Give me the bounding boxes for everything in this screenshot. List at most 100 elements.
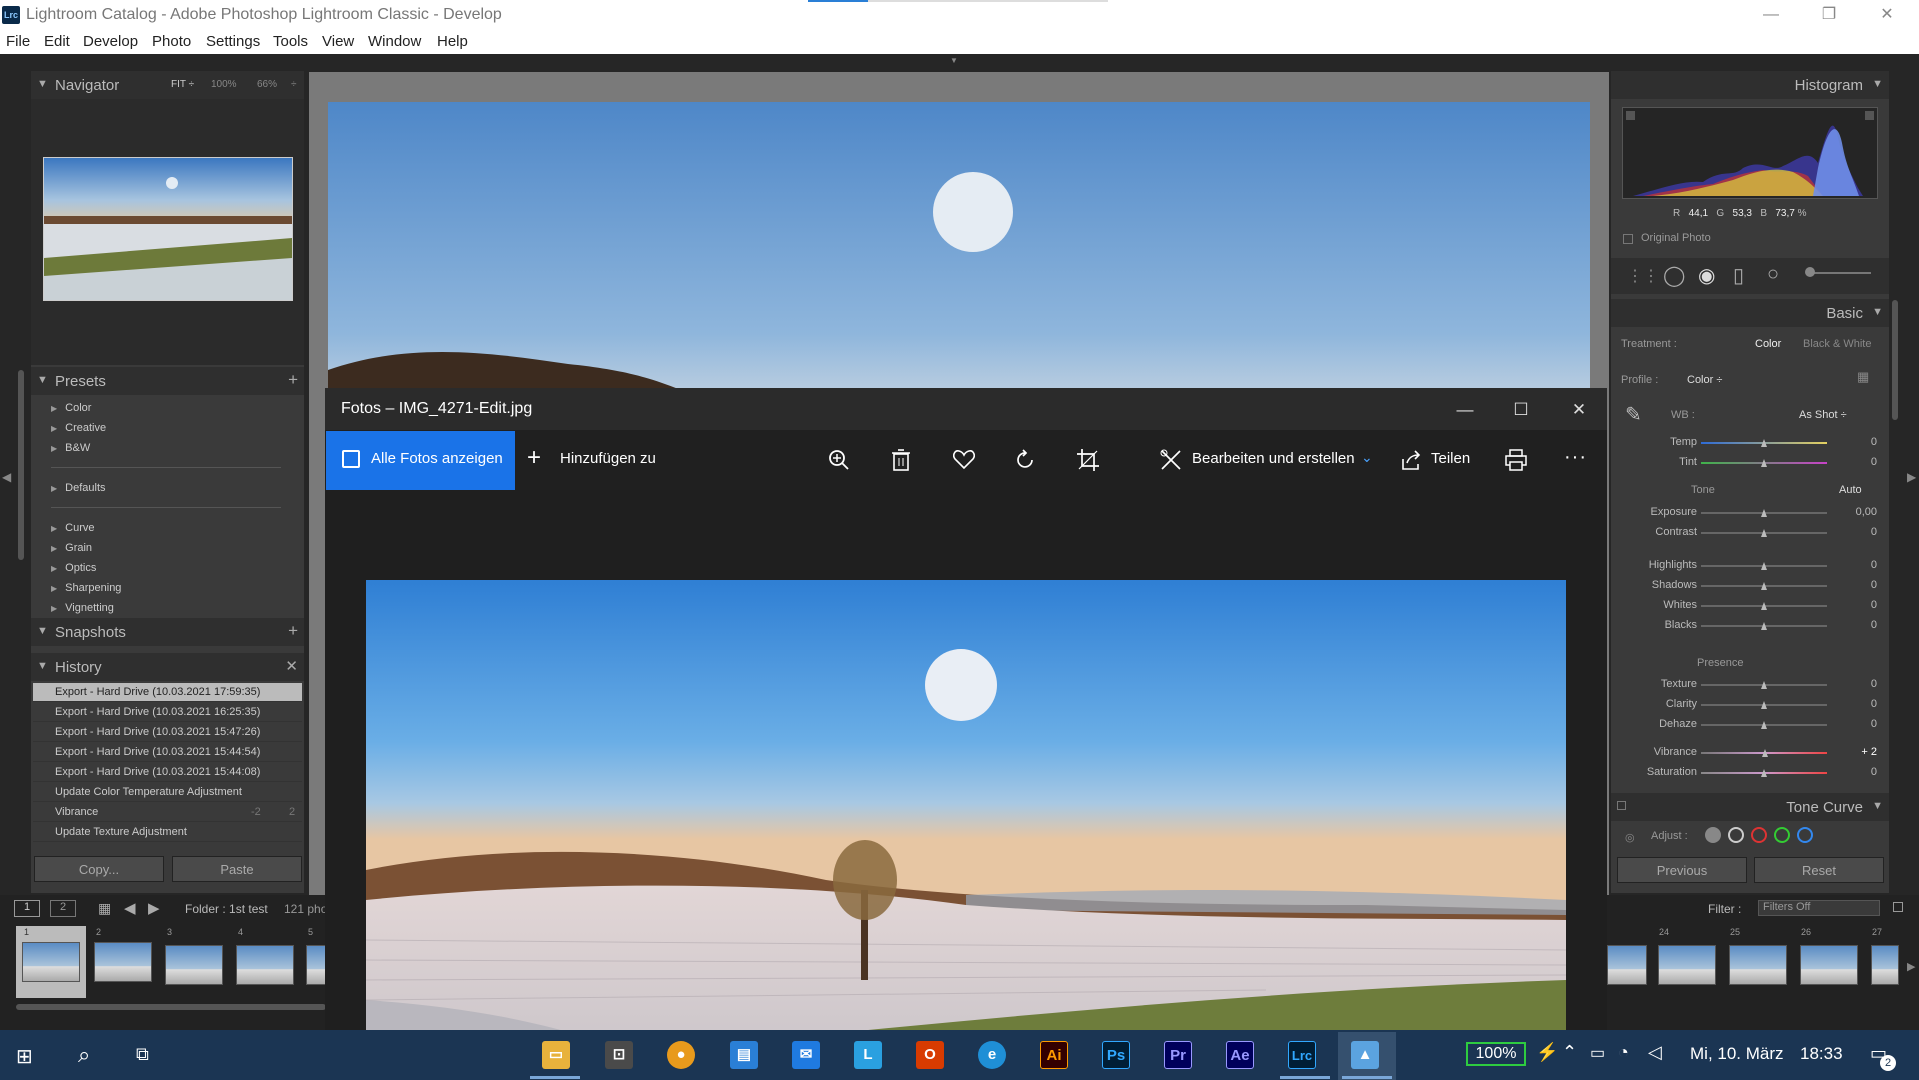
preset-bw[interactable]: B&W	[51, 442, 90, 454]
parametric-curve-icon[interactable]	[1705, 827, 1721, 843]
right-panel-scrollbar[interactable]	[1892, 300, 1898, 420]
slider-value[interactable]: 0	[1847, 678, 1877, 690]
profile-browser-icon[interactable]: ▦	[1857, 369, 1877, 385]
slider-track[interactable]	[1701, 749, 1827, 757]
histogram-graph[interactable]	[1622, 107, 1878, 199]
slider-tint[interactable]: Tint 0	[1611, 456, 1889, 470]
film-thumb-24[interactable]	[1658, 945, 1716, 985]
minimize-button[interactable]: —	[1742, 0, 1800, 30]
search-icon[interactable]: ⌕	[78, 1042, 90, 1068]
store-icon[interactable]: ⊡	[605, 1041, 633, 1069]
film-thumb-27[interactable]	[1871, 945, 1899, 985]
slider-contrast[interactable]: Contrast 0	[1611, 526, 1889, 540]
history-item[interactable]: Export - Hard Drive (10.03.2021 15:44:08…	[33, 763, 302, 782]
slider-knob[interactable]	[1761, 529, 1767, 537]
slider-value[interactable]: 0	[1847, 766, 1877, 778]
radial-filter-icon[interactable]: ○	[1767, 263, 1779, 286]
more-options-button[interactable]: ···	[1564, 446, 1587, 469]
chevron-down-icon[interactable]: ⌄	[1361, 449, 1373, 466]
menu-develop[interactable]: Develop	[83, 33, 138, 50]
main-window-button[interactable]: 1	[14, 900, 40, 917]
file-explorer-icon[interactable]: ▭	[542, 1041, 570, 1069]
slider-track[interactable]	[1701, 459, 1827, 467]
share-button[interactable]: Teilen	[1431, 450, 1470, 467]
photoshop-icon[interactable]: Ps	[1102, 1041, 1130, 1069]
history-header[interactable]: ▼ History ✕	[31, 653, 304, 681]
add-icon[interactable]: +	[527, 446, 541, 470]
filmstrip-scroll-right-icon[interactable]: ▶	[1907, 960, 1915, 973]
profile-select[interactable]: Color ÷	[1687, 374, 1722, 386]
previous-button[interactable]: Previous	[1617, 857, 1747, 883]
target-adjust-icon[interactable]: ◎	[1625, 831, 1635, 844]
menu-photo[interactable]: Photo	[152, 33, 191, 50]
slider-dehaze[interactable]: Dehaze 0	[1611, 718, 1889, 732]
film-thumb-3[interactable]	[165, 945, 223, 985]
slider-whites[interactable]: Whites 0	[1611, 599, 1889, 613]
spot-removal-icon[interactable]: ◯	[1663, 263, 1685, 288]
browser-icon[interactable]: ●	[667, 1041, 695, 1069]
zoom-100[interactable]: 100%	[211, 79, 237, 90]
brush-slider[interactable]	[1807, 272, 1871, 274]
task-view-icon[interactable]: ⧉	[136, 1044, 149, 1065]
slider-value[interactable]: 0	[1847, 718, 1877, 730]
photos-minimize-button[interactable]: —	[1437, 396, 1493, 424]
slider-knob[interactable]	[1761, 769, 1767, 777]
slider-knob[interactable]	[1761, 602, 1767, 610]
slider-track[interactable]	[1701, 701, 1827, 709]
preset-sharpening[interactable]: Sharpening	[51, 582, 121, 594]
slider-track[interactable]	[1701, 681, 1827, 689]
preset-creative[interactable]: Creative	[51, 422, 106, 434]
zoom-fit[interactable]: FIT ÷	[171, 79, 194, 90]
preset-color[interactable]: Color	[51, 402, 91, 414]
slider-knob[interactable]	[1761, 439, 1767, 447]
menu-help[interactable]: Help	[437, 33, 468, 50]
slider-value[interactable]: + 2	[1847, 746, 1877, 758]
show-hidden-icons[interactable]: ⌃	[1562, 1042, 1577, 1063]
premiere-icon[interactable]: Pr	[1164, 1041, 1192, 1069]
filter-select[interactable]: Filters Off	[1758, 900, 1880, 916]
back-arrow-icon[interactable]: ◀	[124, 899, 136, 917]
filmstrip-scrollbar[interactable]	[16, 1004, 326, 1010]
preset-vignetting[interactable]: Vignetting	[51, 602, 114, 614]
history-item[interactable]: Vibrance -2 2	[33, 803, 302, 822]
slider-track[interactable]	[1701, 439, 1827, 447]
add-preset-icon[interactable]: +	[288, 370, 298, 390]
preset-curve[interactable]: Curve	[51, 522, 94, 534]
slider-value[interactable]: 0	[1847, 456, 1877, 468]
history-item[interactable]: Update Color Temperature Adjustment	[33, 783, 302, 802]
histogram-header[interactable]: Histogram ▼	[1611, 71, 1889, 99]
slider-track[interactable]	[1701, 769, 1827, 777]
favorite-heart-icon[interactable]	[953, 450, 975, 470]
power-plug-icon[interactable]: ⚡	[1536, 1042, 1558, 1063]
wifi-icon[interactable]: ◔	[1618, 1042, 1629, 1063]
folder-path[interactable]: Folder : 1st test	[185, 902, 268, 916]
film-thumb-1[interactable]	[22, 942, 80, 982]
film-thumb-26[interactable]	[1800, 945, 1858, 985]
film-thumb-2[interactable]	[94, 942, 152, 982]
lightroom-taskbar-icon[interactable]: Lrc	[1288, 1041, 1316, 1069]
photos-app-icon[interactable]: ▲	[1351, 1041, 1379, 1069]
office-icon[interactable]: O	[916, 1041, 944, 1069]
slider-temp[interactable]: Temp 0	[1611, 436, 1889, 450]
slider-track[interactable]	[1701, 562, 1827, 570]
auto-button[interactable]: Auto	[1839, 484, 1862, 496]
slider-vibrance[interactable]: Vibrance + 2	[1611, 746, 1889, 760]
slider-texture[interactable]: Texture 0	[1611, 678, 1889, 692]
slider-knob[interactable]	[1761, 582, 1767, 590]
left-panel-scrollbar[interactable]	[18, 370, 24, 560]
slider-track[interactable]	[1701, 721, 1827, 729]
edge-icon[interactable]: e	[978, 1041, 1006, 1069]
wb-picker-icon[interactable]: ✎	[1625, 402, 1642, 427]
history-item[interactable]: Export - Hard Drive (10.03.2021 16:25:35…	[33, 703, 302, 722]
presets-header[interactable]: ▼ Presets +	[31, 367, 304, 395]
copy-button[interactable]: Copy...	[34, 856, 164, 882]
menu-view[interactable]: View	[322, 33, 354, 50]
navigator-thumbnail[interactable]	[43, 157, 293, 301]
slider-value[interactable]: 0	[1847, 619, 1877, 631]
clear-history-icon[interactable]: ✕	[285, 657, 298, 675]
point-curve-icon[interactable]	[1728, 827, 1744, 843]
blue-channel-icon[interactable]	[1797, 827, 1813, 843]
slider-value[interactable]: 0	[1847, 559, 1877, 571]
slider-shadows[interactable]: Shadows 0	[1611, 579, 1889, 593]
left-panel-toggle-icon[interactable]: ◀	[2, 470, 11, 484]
